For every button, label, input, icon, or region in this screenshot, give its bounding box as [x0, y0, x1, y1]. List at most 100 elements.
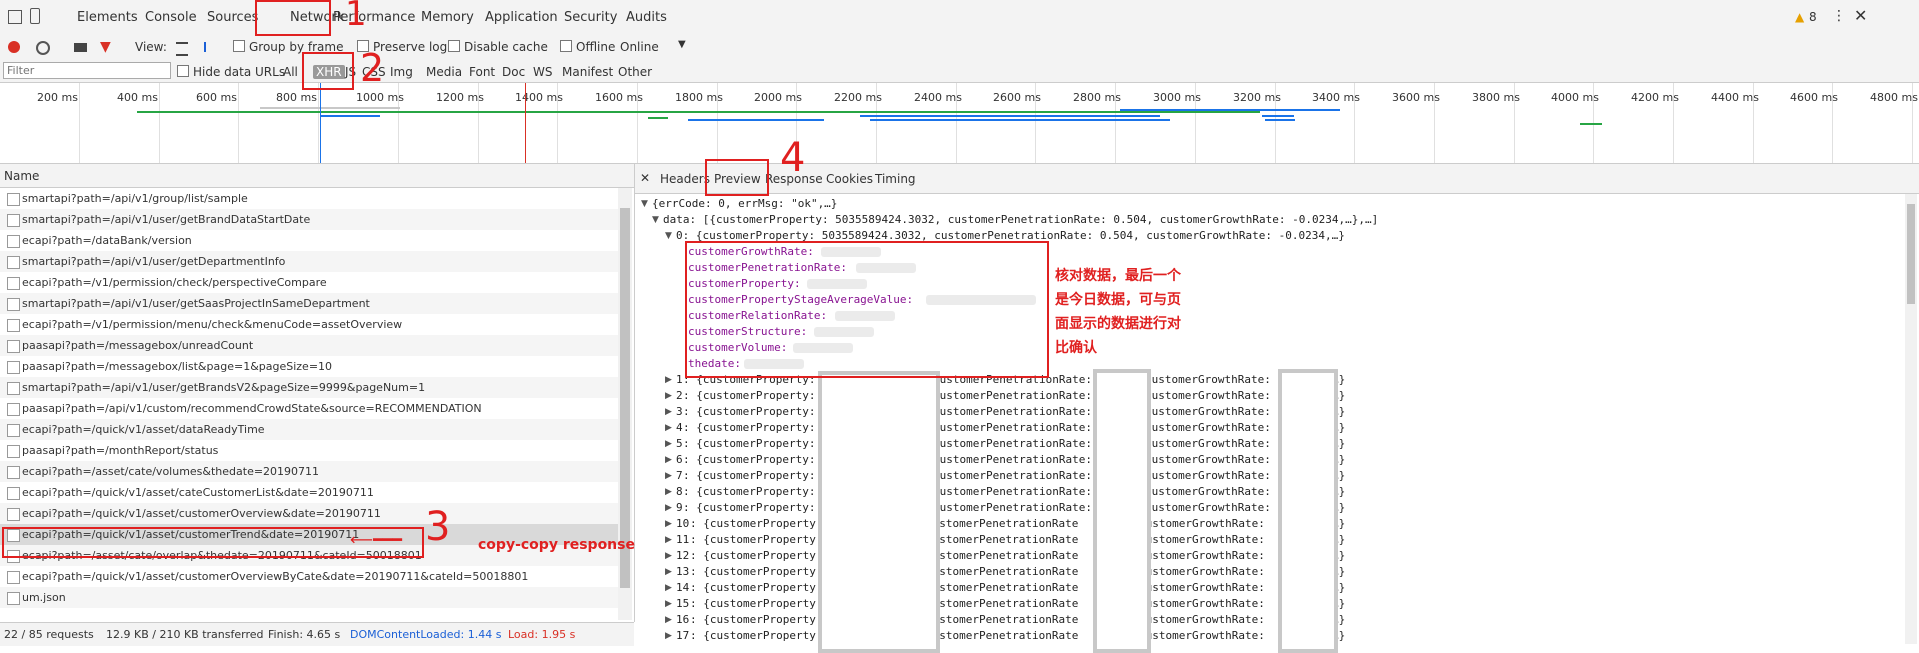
request-row[interactable]: um.json: [0, 587, 618, 608]
expand-right-icon[interactable]: ▶: [665, 599, 672, 609]
timeline-tick: 2400 ms: [914, 91, 962, 104]
filter-type-ws[interactable]: WS: [533, 65, 552, 79]
expand-down-icon[interactable]: ▼: [641, 199, 648, 209]
timeline-tick: 400 ms: [117, 91, 158, 104]
throttle-select[interactable]: Online: [620, 40, 659, 54]
offline-checkbox[interactable]: Offline: [560, 40, 615, 54]
request-row[interactable]: ecapi?path=/quick/v1/asset/customerOverv…: [0, 503, 618, 524]
tab-sources[interactable]: Sources: [207, 10, 258, 25]
request-list-scrollbar[interactable]: [618, 188, 632, 620]
preview-item-penetration: customerPenetrationRate:: [933, 469, 1092, 482]
view-label: View:: [135, 40, 167, 54]
detail-tab-headers[interactable]: Headers: [660, 172, 710, 186]
filter-type-img[interactable]: Img: [390, 65, 413, 79]
device-toolbar-icon[interactable]: [30, 8, 40, 24]
close-devtools-icon[interactable]: ✕: [1854, 6, 1867, 25]
timeline-tick: 4400 ms: [1711, 91, 1759, 104]
waterfall-bar: [648, 117, 668, 119]
expand-down-icon[interactable]: ▼: [652, 215, 659, 225]
request-row[interactable]: smartapi?path=/api/v1/user/getDepartment…: [0, 251, 618, 272]
expand-right-icon[interactable]: ▶: [665, 503, 672, 513]
expand-right-icon[interactable]: ▶: [665, 535, 672, 545]
expand-right-icon[interactable]: ▶: [665, 615, 672, 625]
waterfall-bar: [860, 115, 1160, 117]
expand-down-icon[interactable]: ▼: [665, 231, 672, 241]
filter-type-other[interactable]: Other: [618, 65, 652, 79]
expand-right-icon[interactable]: ▶: [665, 391, 672, 401]
request-row[interactable]: paasapi?path=/api/v1/custom/recommendCro…: [0, 398, 618, 419]
request-row[interactable]: smartapi?path=/api/v1/group/list/sample: [0, 188, 618, 209]
filter-type-manifest[interactable]: Manifest: [562, 65, 613, 79]
transferred-size: 12.9 KB / 210 KB transferred: [106, 628, 264, 641]
filter-type-media[interactable]: Media: [426, 65, 462, 79]
screenshot-icon[interactable]: [74, 43, 87, 52]
more-menu-icon[interactable]: ⋮: [1832, 8, 1846, 24]
expand-right-icon[interactable]: ▶: [665, 455, 672, 465]
tab-security[interactable]: Security: [564, 10, 617, 25]
tab-audits[interactable]: Audits: [626, 10, 667, 25]
request-name: paasapi?path=/monthReport/status: [22, 444, 219, 457]
expand-right-icon[interactable]: ▶: [665, 407, 672, 417]
timeline-overview[interactable]: 200 ms 400 ms 600 ms 800 ms 1000 ms 1200 ms 14…: [0, 83, 1919, 164]
tab-memory[interactable]: Memory: [421, 10, 474, 25]
filter-icon[interactable]: ▼: [100, 39, 111, 55]
expand-right-icon[interactable]: ▶: [665, 487, 672, 497]
expand-right-icon[interactable]: ▶: [665, 631, 672, 641]
expand-right-icon[interactable]: ▶: [665, 375, 672, 385]
detail-tab-cookies[interactable]: Cookies: [826, 172, 873, 186]
request-checkbox-icon: [7, 277, 20, 290]
tab-application[interactable]: Application: [485, 10, 558, 25]
detail-tab-timing[interactable]: Timing: [875, 172, 916, 186]
clear-icon[interactable]: [36, 41, 50, 55]
scroll-thumb[interactable]: [620, 208, 630, 588]
request-row[interactable]: paasapi?path=/messagebox/unreadCount: [0, 335, 618, 356]
request-row[interactable]: paasapi?path=/messagebox/list&page=1&pag…: [0, 356, 618, 377]
request-row[interactable]: ecapi?path=/quick/v1/asset/customerOverv…: [0, 566, 618, 587]
inspect-icon[interactable]: [8, 10, 22, 24]
filter-type-doc[interactable]: Doc: [502, 65, 525, 79]
tab-elements[interactable]: Elements: [77, 10, 138, 25]
disable-cache-checkbox[interactable]: Disable cache: [448, 40, 548, 54]
expand-right-icon[interactable]: ▶: [665, 519, 672, 529]
request-row[interactable]: ecapi?path=/v1/permission/check/perspect…: [0, 272, 618, 293]
warnings-count[interactable]: 8: [1809, 10, 1817, 24]
warning-icon[interactable]: ▲: [1795, 10, 1804, 24]
preview-item-index: 9: [676, 501, 683, 514]
expand-right-icon[interactable]: ▶: [665, 583, 672, 593]
request-row[interactable]: ecapi?path=/v1/permission/menu/check&men…: [0, 314, 618, 335]
large-rows-icon[interactable]: [176, 42, 188, 56]
annotation-number-4: 4: [780, 135, 806, 181]
preview-item-growth: customerGrowthRate:: [1145, 469, 1271, 482]
request-row[interactable]: smartapi?path=/api/v1/user/getSaasProjec…: [0, 293, 618, 314]
request-row[interactable]: ecapi?path=/quick/v1/asset/dataReadyTime: [0, 419, 618, 440]
hide-data-urls-checkbox[interactable]: Hide data URLs: [177, 65, 285, 79]
request-row[interactable]: ecapi?path=/dataBank/version: [0, 230, 618, 251]
name-column-header[interactable]: Name: [0, 164, 634, 188]
preview-item-growth: customerGrowthRate:: [1139, 597, 1265, 610]
request-row[interactable]: paasapi?path=/monthReport/status: [0, 440, 618, 461]
close-detail-icon[interactable]: ✕: [640, 171, 650, 185]
request-row[interactable]: smartapi?path=/api/v1/user/getBrandDataS…: [0, 209, 618, 230]
expand-right-icon[interactable]: ▶: [665, 551, 672, 561]
expand-right-icon[interactable]: ▶: [665, 471, 672, 481]
request-row[interactable]: ecapi?path=/asset/cate/volumes&thedate=2…: [0, 461, 618, 482]
filter-type-all[interactable]: All: [283, 65, 298, 79]
filter-type-font[interactable]: Font: [469, 65, 495, 79]
preview-scrollbar[interactable]: [1905, 194, 1917, 644]
expand-right-icon[interactable]: ▶: [665, 439, 672, 449]
request-row[interactable]: smartapi?path=/api/v1/user/getBrandsV2&p…: [0, 377, 618, 398]
tab-console[interactable]: Console: [145, 10, 197, 25]
record-icon[interactable]: [8, 41, 20, 53]
request-row[interactable]: ecapi?path=/quick/v1/asset/cateCustomerL…: [0, 482, 618, 503]
preview-item-growth: customerGrowthRate:: [1139, 549, 1265, 562]
expand-right-icon[interactable]: ▶: [665, 567, 672, 577]
preview-item-penetration: customerPenetrationRate: [926, 533, 1079, 546]
expand-right-icon[interactable]: ▶: [665, 423, 672, 433]
filter-input[interactable]: [3, 62, 171, 79]
request-checkbox-icon: [7, 214, 20, 227]
timeline-tick: 1800 ms: [675, 91, 723, 104]
waterfall-icon[interactable]: [204, 42, 218, 52]
timeline-tick: 2600 ms: [993, 91, 1041, 104]
chevron-down-icon[interactable]: ▼: [678, 39, 686, 50]
scroll-thumb[interactable]: [1907, 204, 1915, 304]
